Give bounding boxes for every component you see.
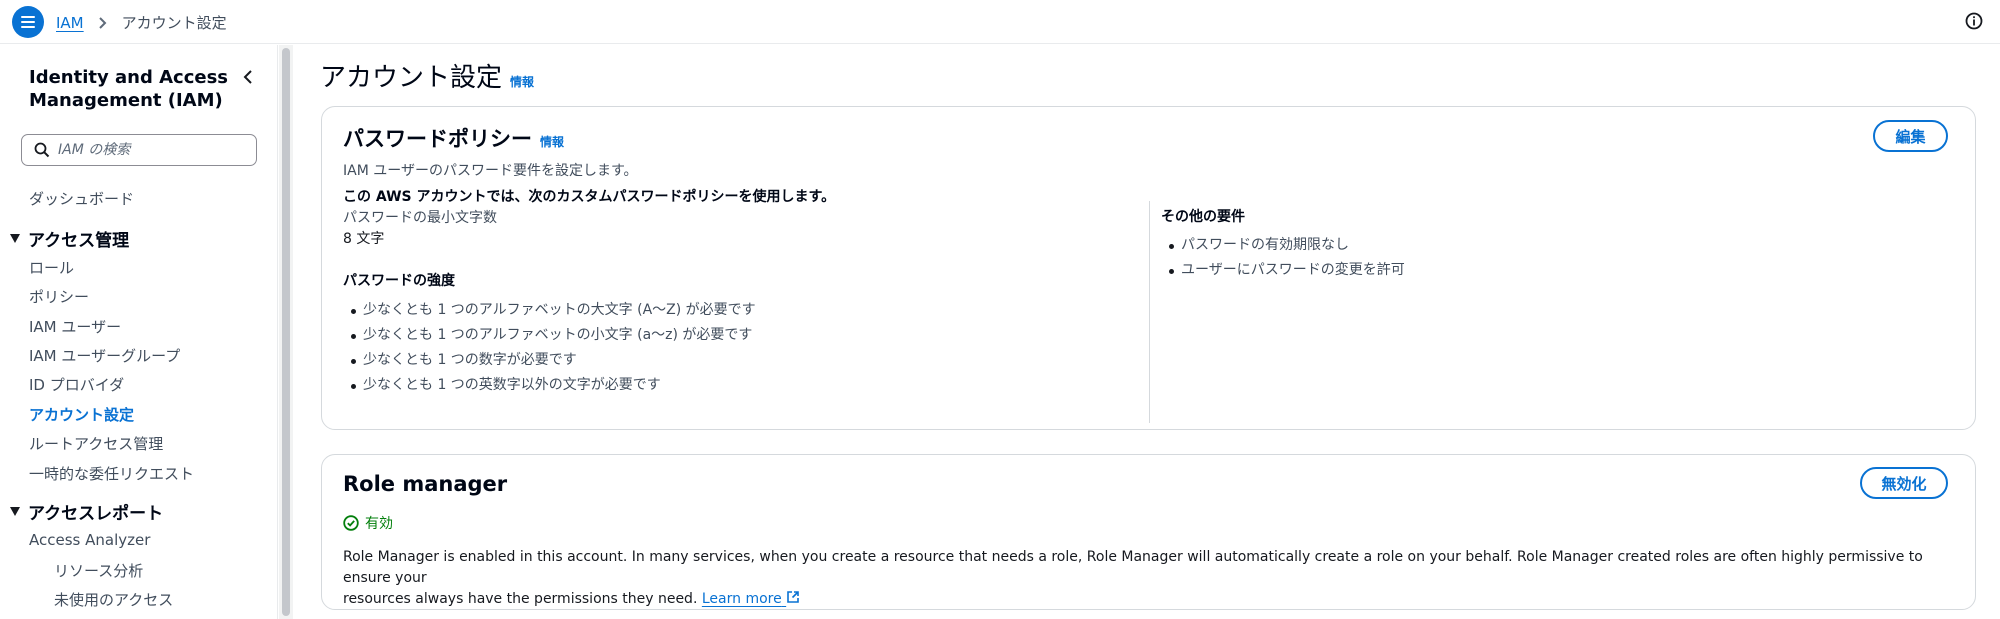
role-manager-title: Role manager (343, 472, 508, 496)
breadcrumb: IAM アカウント設定 (56, 12, 227, 33)
sidebar-scrollbar-thumb[interactable] (282, 48, 290, 616)
top-navigation-bar: IAM アカウント設定 (0, 0, 2000, 44)
password-policy-details: この AWS アカウントでは、次のカスタムパスワードポリシーを使用します。 パス… (343, 187, 1143, 398)
sidebar-item-policies[interactable]: ポリシー (29, 286, 89, 307)
sidebar-item-account-settings[interactable]: アカウント設定 (29, 404, 134, 425)
min-length-label: パスワードの最小文字数 (343, 210, 497, 226)
other-requirement: ユーザーにパスワードの変更を許可 (1161, 258, 1861, 283)
sidebar-item-iam-user-groups[interactable]: IAM ユーザーグループ (29, 345, 180, 366)
learn-more-label: Learn more (701, 591, 782, 607)
other-requirements: その他の要件 パスワードの有効期限なし ユーザーにパスワードの変更を許可 (1161, 207, 1861, 283)
side-navigation: Identity and Access Management (IAM) ダッシ… (0, 45, 278, 619)
strength-heading: パスワードの強度 (343, 273, 455, 289)
role-manager-description: Role Manager is enabled in this account.… (343, 547, 1953, 610)
disable-button[interactable]: 無効化 (1860, 467, 1948, 499)
page-title-text: アカウント設定 (320, 63, 503, 93)
other-requirement: パスワードの有効期限なし (1161, 233, 1861, 258)
status-text: 有効 (365, 516, 393, 532)
sidebar-item-iam-users[interactable]: IAM ユーザー (29, 316, 121, 337)
status-indicator: 有効 (343, 513, 393, 533)
hamburger-menu-icon (21, 16, 35, 28)
min-length-value: 8 文字 (343, 231, 385, 247)
external-link-icon (787, 591, 799, 603)
sidebar-section-label: アクセスレポート (28, 504, 164, 524)
sidebar-item-temporary-delegation-requests[interactable]: 一時的な委任リクエスト (29, 463, 194, 484)
chevron-right-icon (98, 16, 108, 30)
password-policy-header: パスワードポリシー 情報 (343, 123, 564, 153)
password-policy-title: パスワードポリシー (343, 127, 532, 151)
learn-more-link[interactable]: Learn more (702, 591, 800, 607)
role-manager-header: Role manager (343, 472, 507, 496)
page-title: アカウント設定 情報 (320, 57, 534, 94)
password-policy-description: IAM ユーザーのパスワード要件を設定します。 (343, 163, 638, 179)
main-content: アカウント設定 情報 パスワードポリシー 情報 編集 IAM ユーザーのパスワー… (294, 45, 2000, 619)
sidebar-item-access-analyzer[interactable]: Access Analyzer (29, 531, 150, 549)
search-icon (34, 142, 50, 158)
role-manager-description-line2: resources always have the permissions th… (343, 589, 1953, 610)
custom-policy-heading: この AWS アカウントでは、次のカスタムパスワードポリシーを使用します。 (343, 189, 836, 205)
sidebar-item-resource-analysis[interactable]: リソース分析 (54, 560, 143, 581)
collapse-sidebar-button[interactable] (238, 67, 258, 87)
sidebar-section-access-management[interactable]: アクセス管理 (10, 226, 129, 251)
other-requirements-heading: その他の要件 (1161, 209, 1245, 225)
sidebar-item-root-access-management[interactable]: ルートアクセス管理 (29, 433, 163, 454)
other-requirements-list: パスワードの有効期限なし ユーザーにパスワードの変更を許可 (1161, 233, 1861, 283)
role-manager-container: Role manager 無効化 有効 Role Manager is enab… (321, 454, 1976, 610)
sidebar-item-roles[interactable]: ロール (29, 257, 74, 278)
sidebar-item-dashboard[interactable]: ダッシュボード (29, 188, 134, 209)
strength-requirement: 少なくとも 1 つのアルファベットの小文字 (a～z) が必要です (343, 323, 1143, 348)
caret-down-icon (10, 507, 20, 516)
chevron-left-icon (243, 70, 252, 84)
page-info-link[interactable]: 情報 (510, 73, 534, 90)
password-policy-container: パスワードポリシー 情報 編集 IAM ユーザーのパスワード要件を設定します。 … (321, 106, 1976, 430)
sidebar-search[interactable] (21, 134, 257, 166)
sidebar-title[interactable]: Identity and Access Management (IAM) (29, 66, 229, 112)
info-circle-icon[interactable] (1964, 11, 1984, 31)
strength-list: 少なくとも 1 つのアルファベットの大文字 (A～Z) が必要です 少なくとも … (343, 298, 1143, 398)
strength-requirement: 少なくとも 1 つの英数字以外の文字が必要です (343, 373, 1143, 398)
role-manager-description-line2-text: resources always have the permissions th… (343, 591, 698, 607)
sidebar-section-access-reports[interactable]: アクセスレポート (10, 499, 163, 524)
caret-down-icon (10, 234, 20, 243)
hamburger-menu-button[interactable] (12, 6, 44, 38)
breadcrumb-iam-link[interactable]: IAM (56, 14, 84, 32)
sidebar-section-label: アクセス管理 (28, 231, 130, 251)
password-policy-info-link[interactable]: 情報 (540, 133, 564, 150)
breadcrumb-current: アカウント設定 (121, 14, 227, 32)
column-divider (1149, 201, 1150, 423)
check-circle-icon (343, 515, 359, 531)
role-manager-description-line1: Role Manager is enabled in this account.… (343, 549, 1923, 586)
strength-requirement: 少なくとも 1 つのアルファベットの大文字 (A～Z) が必要です (343, 298, 1143, 323)
sidebar-item-id-providers[interactable]: ID プロバイダ (29, 374, 124, 395)
strength-requirement: 少なくとも 1 つの数字が必要です (343, 348, 1143, 373)
sidebar-item-unused-access[interactable]: 未使用のアクセス (54, 589, 173, 610)
sidebar-search-input[interactable] (58, 142, 238, 158)
edit-button[interactable]: 編集 (1873, 120, 1948, 152)
